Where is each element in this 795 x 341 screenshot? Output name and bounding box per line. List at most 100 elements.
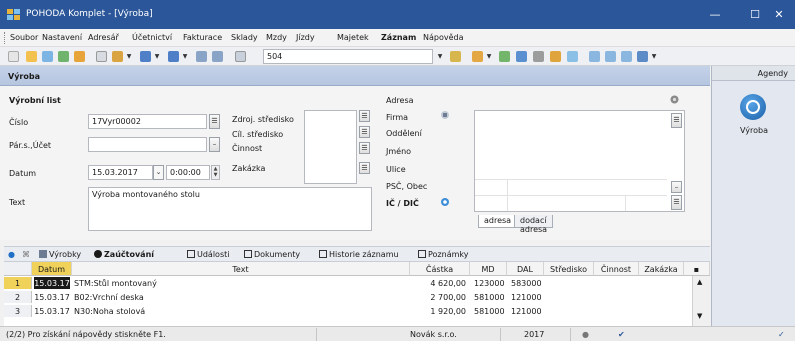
menu-nastaveni[interactable]: Nastavení [42,33,82,42]
back-dropdown[interactable]: ▼ [153,49,161,64]
tab-dokumenty[interactable]: Dokumenty [244,250,300,259]
help-icon[interactable] [637,51,648,62]
ic-picker-button[interactable]: ☰ [671,195,682,210]
address-box[interactable]: ☰ – ☰ [474,110,685,212]
menu-sklady[interactable]: Sklady [231,33,258,42]
table-settings-icon[interactable]: ⌘ [22,250,30,259]
last-record-icon[interactable] [212,51,223,62]
cell-md[interactable]: 581000 [474,305,507,317]
menu-soubor[interactable]: Soubor [10,33,38,42]
menu-napoveda[interactable]: Nápověda [423,33,464,42]
cell-text[interactable]: STM:Stůl montovaný [74,277,404,289]
calc-icon[interactable] [533,51,544,62]
window2-icon[interactable] [605,51,616,62]
record-number-field[interactable]: 504 [263,49,433,64]
cislo-field[interactable]: 17Vyr00002 [88,114,207,129]
close-button[interactable]: ✕ [763,0,795,29]
cell-dal[interactable]: 121000 [511,305,544,317]
edit-dropdown[interactable]: ▼ [125,49,133,64]
menu-mzdy[interactable]: Mzdy [266,33,287,42]
col-castka[interactable]: Částka [410,262,470,276]
filter-icon[interactable] [450,51,461,62]
window-icon[interactable] [589,51,600,62]
address-settings-icon[interactable] [670,95,679,104]
minimize-button[interactable]: — [695,0,735,29]
menu-zaznam[interactable]: Záznam [381,33,416,42]
strediska-list[interactable] [304,110,357,184]
tab-zauctovani[interactable]: Zaúčtování [94,250,154,259]
copy-icon[interactable] [96,51,107,62]
menu-ucetnictvi[interactable]: Účetnictví [132,33,172,42]
grid-scrollbar[interactable]: ▲ ▼ [692,276,710,326]
new-record-icon[interactable] [26,51,37,62]
document-icon[interactable] [472,51,483,62]
menu-majetek[interactable]: Majetek [337,33,369,42]
column-chooser-button[interactable]: ▪ [684,262,710,276]
tab-poznamky[interactable]: Poznámky [418,250,468,259]
status-ok-icon[interactable]: ✓ [778,330,785,339]
tab-historie[interactable]: Historie záznamu [319,250,399,259]
cil-picker-button[interactable]: ☰ [359,126,370,138]
col-datum[interactable]: Datum [32,262,72,276]
cell-castka[interactable]: 1 920,00 [410,305,466,317]
row-number[interactable]: 1 [4,277,32,289]
zakazka-picker-button[interactable]: ☰ [359,162,370,174]
preview-icon[interactable] [58,51,69,62]
status-gear-icon[interactable]: ● [582,330,589,339]
row-number[interactable]: 2 [4,291,32,303]
col-zakazka[interactable]: Zakázka [639,262,684,276]
cell-castka[interactable]: 4 620,00 [410,277,466,289]
tab-udalosti[interactable]: Události [187,250,229,259]
save-icon[interactable] [42,51,53,62]
col-md[interactable]: MD [470,262,507,276]
time-field[interactable]: 0:00:00 [166,165,210,180]
zdroj-picker-button[interactable]: ☰ [359,110,370,122]
first-record-icon[interactable] [196,51,207,62]
col-dal[interactable]: DAL [507,262,544,276]
forward-icon[interactable] [168,51,179,62]
users-icon[interactable] [550,51,561,62]
window3-icon[interactable] [621,51,632,62]
help-dropdown[interactable]: ▼ [650,49,658,64]
col-cinnost[interactable]: Činnost [594,262,639,276]
print-icon[interactable] [74,51,85,62]
psc-picker-button[interactable]: – [671,181,682,193]
cell-datum[interactable]: 15.03.17 [34,305,70,317]
tab-vyrobky[interactable]: Výrobky [39,250,81,259]
tab-dodaci-adresa[interactable]: dodací adresa [514,215,554,234]
scroll-down-icon[interactable]: ▼ [697,312,702,320]
status-check-icon[interactable]: ✔ [618,330,625,339]
toggle-panel-icon[interactable] [8,51,19,62]
cell-castka[interactable]: 2 700,00 [410,291,466,303]
chart-icon[interactable] [567,51,578,62]
menu-adresar[interactable]: Adresář [88,33,119,42]
col-text[interactable]: Text [72,262,410,276]
cinnost-picker-button[interactable]: ☰ [359,142,370,154]
datum-field[interactable]: 15.03.2017 [88,165,153,180]
cell-md[interactable]: 123000 [474,277,507,289]
cislo-picker-button[interactable]: ☰ [209,114,220,129]
datum-dropdown-button[interactable]: ⌄ [153,165,164,180]
pars-field[interactable] [88,137,207,152]
forward-dropdown[interactable]: ▼ [181,49,189,64]
scroll-up-icon[interactable]: ▲ [697,278,702,286]
document-dropdown[interactable]: ▼ [485,49,493,64]
cell-text[interactable]: N30:Noha stolová [74,305,404,317]
pars-picker-button[interactable]: – [209,137,220,152]
cell-md[interactable]: 581000 [474,291,507,303]
cell-dal[interactable]: 583000 [511,277,544,289]
address-book-icon[interactable] [440,110,450,120]
edit-icon[interactable] [112,51,123,62]
back-icon[interactable] [140,51,151,62]
row-number[interactable]: 3 [4,305,32,317]
agenda-item-label[interactable]: Výroba [712,126,795,135]
vyroba-agenda-icon[interactable] [740,94,766,120]
menu-jizdy[interactable]: Jízdy [296,33,315,42]
address-picker-button[interactable]: ☰ [671,113,682,128]
cell-dal[interactable]: 121000 [511,291,544,303]
accounting-icon[interactable] [499,51,510,62]
tab-adresa[interactable]: adresa [478,215,518,228]
verify-dic-icon[interactable] [440,197,450,207]
report-icon[interactable] [516,51,527,62]
menu-fakturace[interactable]: Fakturace [183,33,222,42]
